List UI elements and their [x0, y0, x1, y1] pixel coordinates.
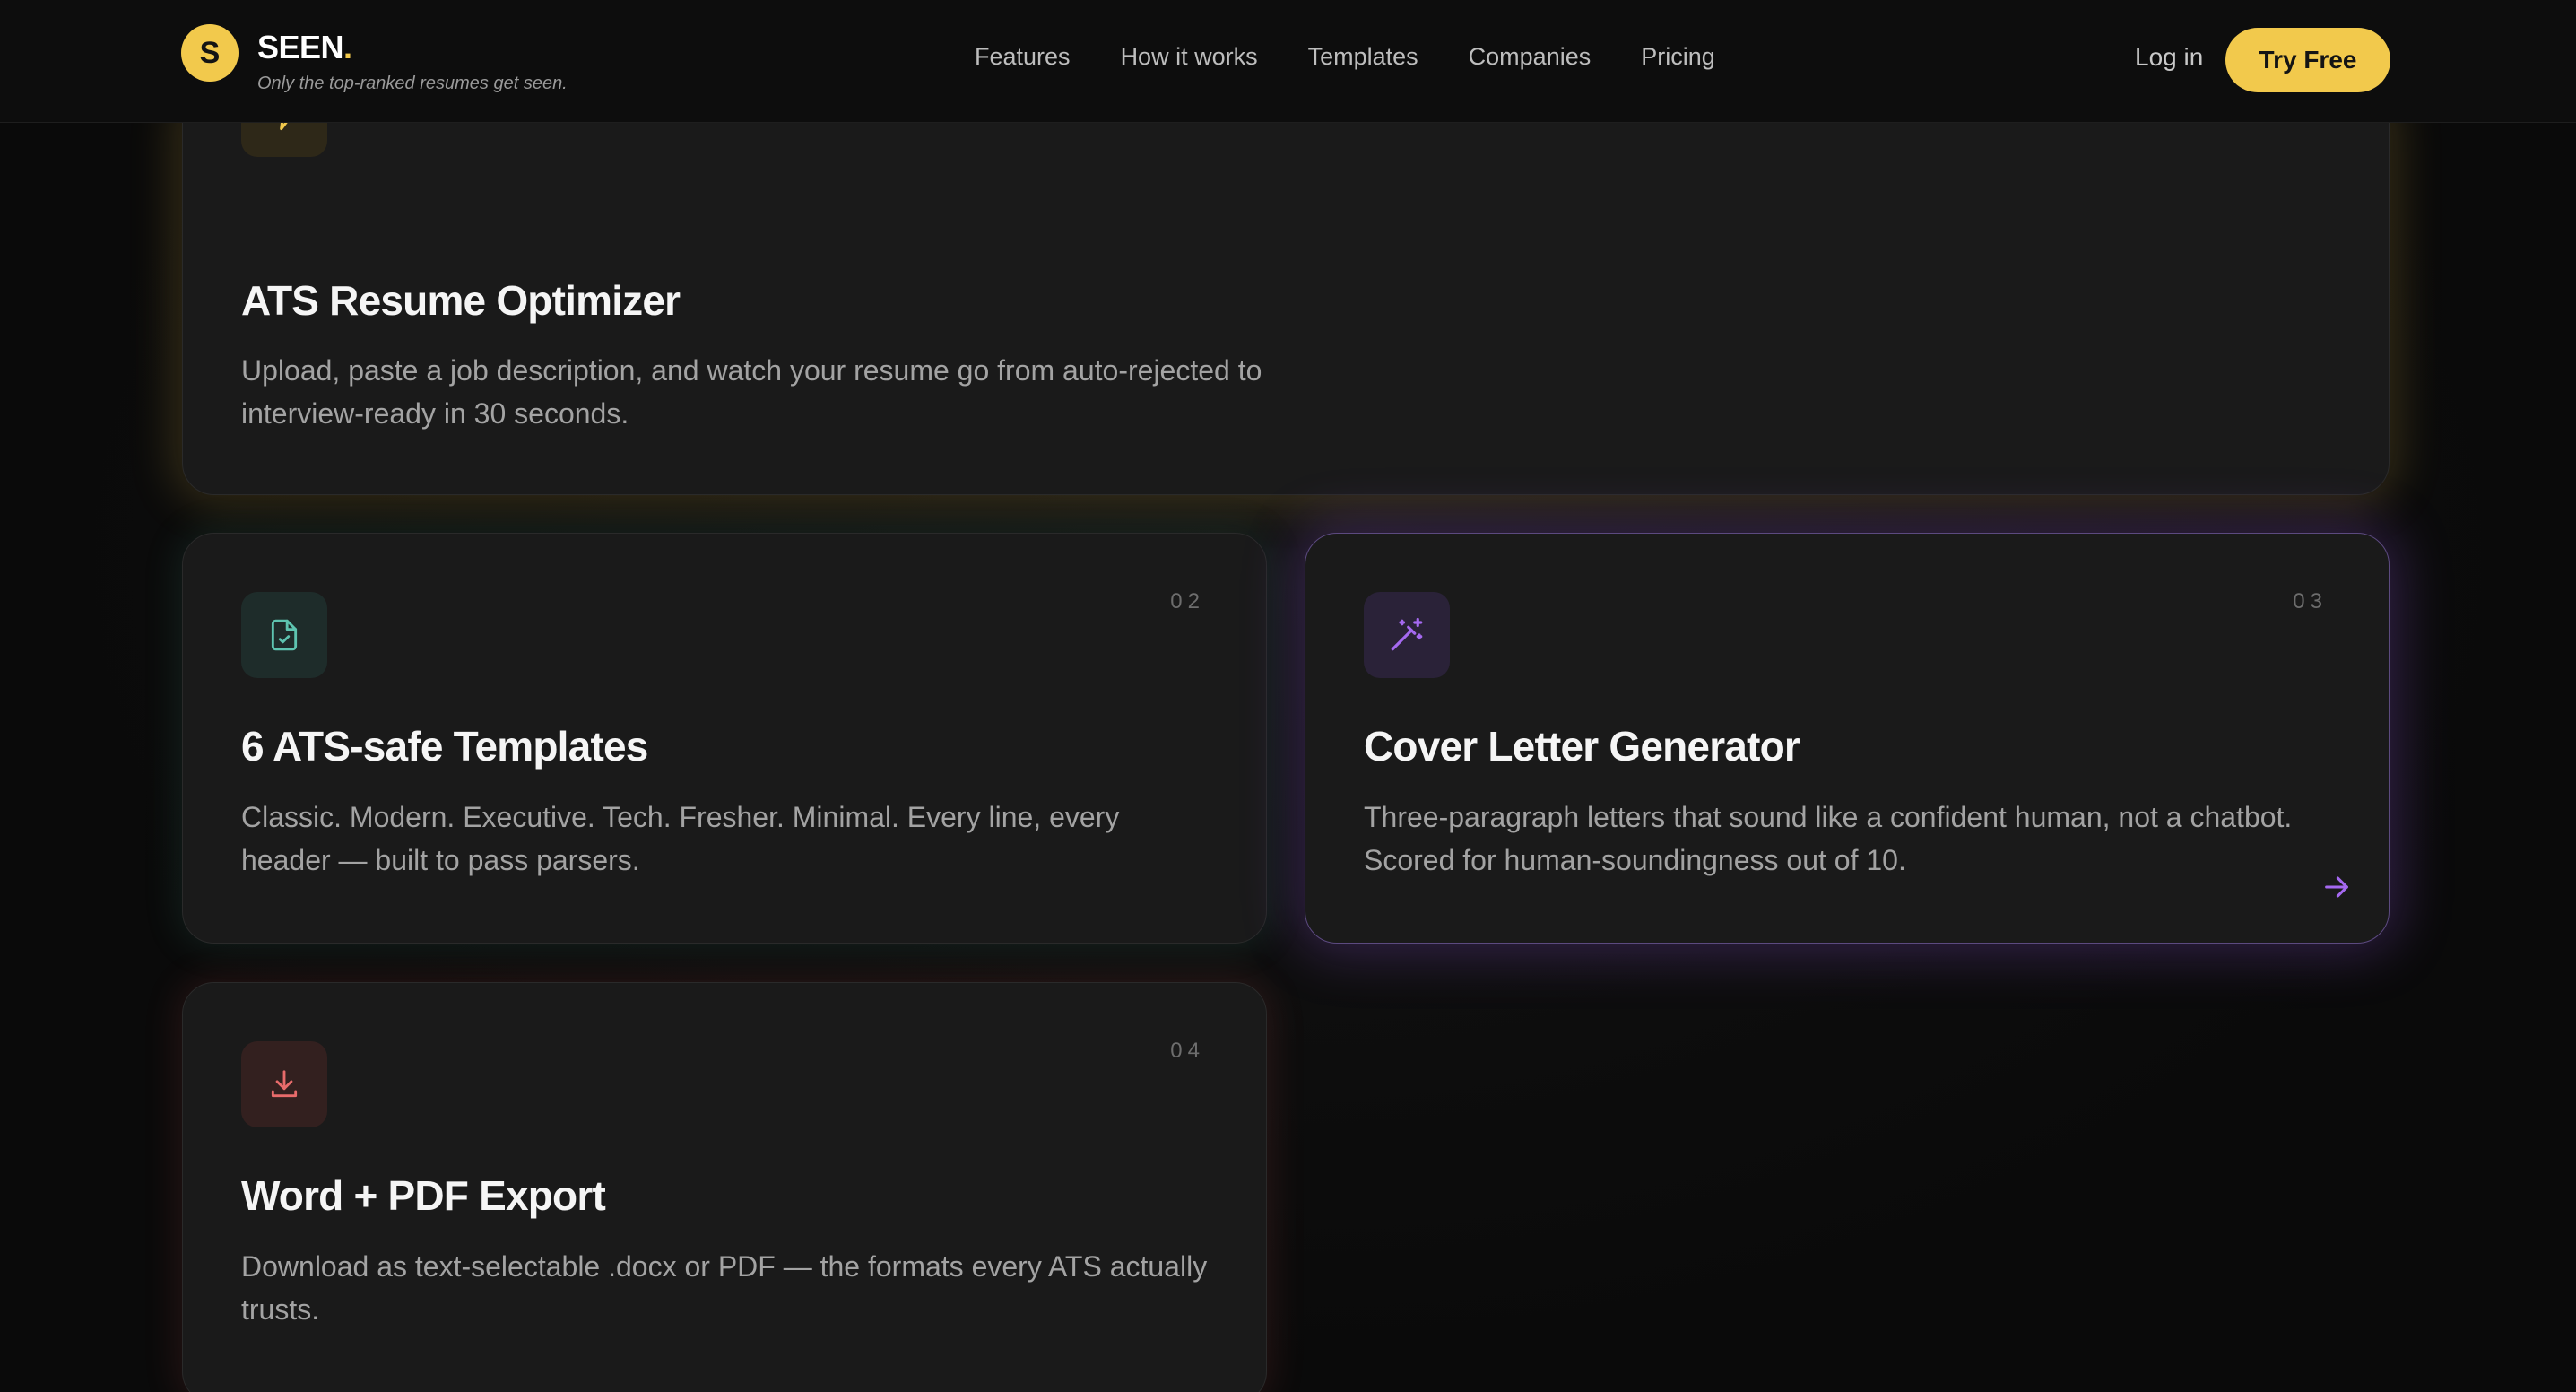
brand-dot: .: [343, 29, 352, 65]
nav-link-templates[interactable]: Templates: [1308, 43, 1418, 71]
document-check-icon: [241, 592, 327, 678]
page: S SEEN. Only the top-ranked resumes get …: [0, 0, 2576, 1392]
nav-link-features[interactable]: Features: [975, 43, 1071, 71]
download-icon: [241, 1041, 327, 1127]
feature-card-cover-letter[interactable]: 03 Cover Letter Generator Three-paragrap…: [1305, 533, 2390, 944]
feature-title: Word + PDF Export: [241, 1172, 606, 1219]
feature-card-export[interactable]: 04 Word + PDF Export Download as text-se…: [182, 982, 1267, 1392]
brand-name[interactable]: SEEN.: [257, 29, 352, 66]
feature-card-ats-optimizer[interactable]: 01 ATS Resume Optimizer Upload, paste a …: [182, 71, 2390, 495]
top-nav: S SEEN. Only the top-ranked resumes get …: [0, 0, 2576, 123]
feature-description: Upload, paste a job description, and wat…: [241, 354, 1262, 430]
logo-badge[interactable]: S: [181, 24, 239, 82]
nav-link-pricing[interactable]: Pricing: [1641, 43, 1715, 71]
feature-description: Three-paragraph letters that sound like …: [1364, 801, 2293, 876]
feature-number: 02: [1170, 589, 1205, 613]
arrow-right-icon[interactable]: [2317, 867, 2356, 907]
nav-links: Features How it works Templates Companie…: [975, 43, 1715, 71]
brand-tagline: Only the top-ranked resumes get seen.: [257, 74, 568, 93]
feature-description: Classic. Modern. Executive. Tech. Freshe…: [241, 801, 1120, 876]
try-free-button[interactable]: Try Free: [2225, 28, 2390, 92]
brand-name-text: SEEN: [257, 29, 344, 65]
feature-title: Cover Letter Generator: [1364, 723, 1800, 770]
feature-description: Download as text-selectable .docx or PDF…: [241, 1250, 1208, 1326]
feature-number: 04: [1170, 1039, 1205, 1063]
nav-link-how-it-works[interactable]: How it works: [1121, 43, 1258, 71]
feature-title: ATS Resume Optimizer: [241, 277, 681, 324]
login-link[interactable]: Log in: [2135, 43, 2203, 72]
magic-wand-icon: [1364, 592, 1450, 678]
feature-card-templates[interactable]: 02 6 ATS-safe Templates Classic. Modern.…: [182, 533, 1267, 944]
feature-title: 6 ATS-safe Templates: [241, 723, 648, 770]
feature-number: 03: [2293, 589, 2328, 613]
nav-link-companies[interactable]: Companies: [1469, 43, 1592, 71]
